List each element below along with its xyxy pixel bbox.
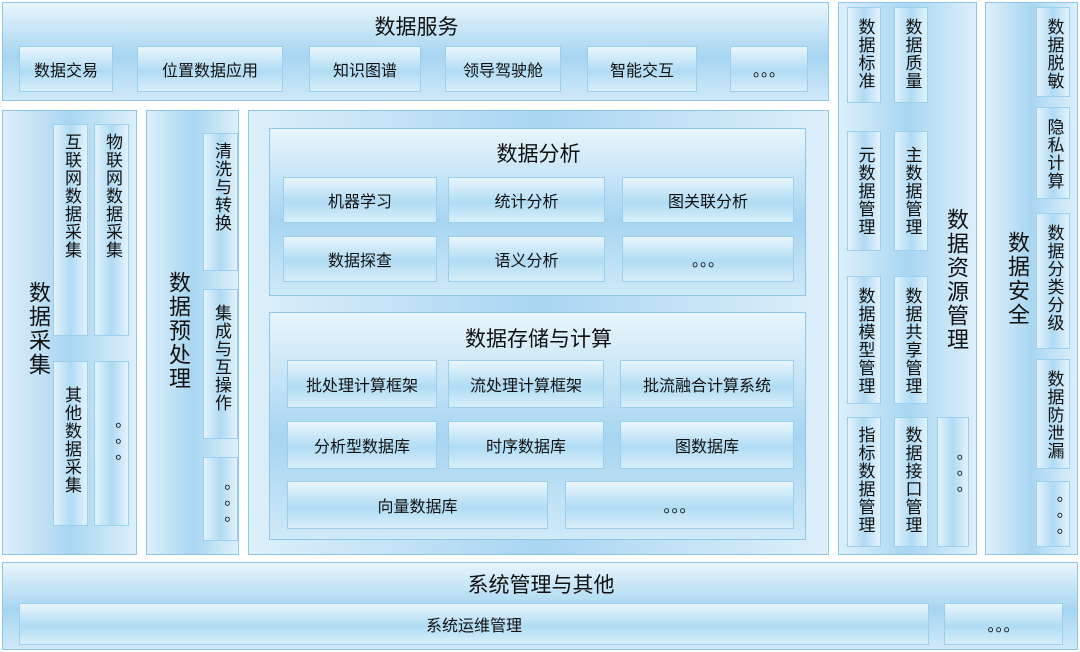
data-service-more: 。。。 xyxy=(730,46,808,92)
preprocessing-more: 。。。 xyxy=(203,457,238,541)
security-item-masking: 数据脱敏 xyxy=(1036,7,1070,97)
resource-mgmt-panel: 数据资源管理 数据标准 数据质量 元数据管理 主数据管理 数据模型管理 数据共享… xyxy=(838,2,977,555)
storage-more: 。。。 xyxy=(565,481,794,529)
security-item-classification: 数据分类分级 xyxy=(1036,213,1070,349)
data-service-item-cockpit: 领导驾驶舱 xyxy=(445,46,561,92)
preprocessing-panel: 数据预处理 清洗与转换 集成与互操作 。。。 xyxy=(146,110,239,555)
security-more: 。。。 xyxy=(1036,481,1070,552)
resource-mgmt-title: 数据资源管理 xyxy=(943,208,968,352)
resource-item-model-label: 数据模型管理 xyxy=(854,287,875,395)
preprocessing-item-integrate: 集成与互操作 xyxy=(203,289,238,439)
analysis-item-explore: 数据探查 xyxy=(283,236,437,282)
resource-item-quality-label: 数据质量 xyxy=(901,18,922,90)
collection-item-internet: 互联网数据采集 xyxy=(53,124,88,336)
resource-item-model: 数据模型管理 xyxy=(847,276,881,404)
resource-item-indicator: 指标数据管理 xyxy=(847,417,881,547)
resource-item-metadata: 元数据管理 xyxy=(847,131,881,251)
resource-item-indicator-label: 指标数据管理 xyxy=(854,426,875,534)
preprocessing-item-clean-label: 清洗与转换 xyxy=(211,142,231,232)
analysis-more: 。。。 xyxy=(622,236,794,282)
storage-item-tsdb: 时序数据库 xyxy=(448,421,604,469)
resource-item-standard: 数据标准 xyxy=(847,7,881,103)
resource-item-interface-label: 数据接口管理 xyxy=(901,426,922,534)
resource-more-label: 。。。 xyxy=(944,454,963,510)
storage-title: 数据存储与计算 xyxy=(465,327,612,351)
resource-item-sharing-label: 数据共享管理 xyxy=(901,287,922,395)
resource-item-metadata-label: 元数据管理 xyxy=(854,146,875,236)
data-service-item-interaction: 智能交互 xyxy=(587,46,697,92)
data-service-item-trading: 数据交易 xyxy=(19,46,113,92)
resource-item-standard-label: 数据标准 xyxy=(854,18,875,90)
collection-item-iot-label: 物联网数据采集 xyxy=(102,133,122,259)
system-more: 。。。 xyxy=(944,603,1063,645)
analysis-item-ml: 机器学习 xyxy=(283,177,437,223)
preprocessing-item-integrate-label: 集成与互操作 xyxy=(211,304,231,412)
analysis-item-graph: 图关联分析 xyxy=(622,177,794,223)
data-collection-title: 数据采集 xyxy=(25,281,50,377)
resource-item-sharing: 数据共享管理 xyxy=(894,276,928,404)
storage-item-stream: 流处理计算框架 xyxy=(448,360,604,408)
storage-item-olap: 分析型数据库 xyxy=(287,421,437,469)
analysis-item-semantic: 语义分析 xyxy=(448,236,605,282)
analysis-panel: 数据分析 机器学习 统计分析 图关联分析 数据探查 语义分析 。。。 xyxy=(269,128,806,296)
resource-more: 。。。 xyxy=(937,417,969,547)
security-panel: 数据安全 数据脱敏 隐私计算 数据分类分级 数据防泄漏 。。。 xyxy=(985,2,1078,555)
resource-item-master: 主数据管理 xyxy=(894,131,928,251)
preprocessing-title: 数据预处理 xyxy=(165,271,190,391)
security-item-privacy: 隐私计算 xyxy=(1036,107,1070,199)
security-item-dlp: 数据防泄漏 xyxy=(1036,359,1070,469)
collection-more: 。。。 xyxy=(94,361,129,526)
security-title: 数据安全 xyxy=(1004,231,1029,327)
data-service-item-knowledge-graph: 知识图谱 xyxy=(309,46,421,92)
resource-item-master-label: 主数据管理 xyxy=(901,146,922,236)
collection-item-internet-label: 互联网数据采集 xyxy=(61,133,81,259)
resource-item-interface: 数据接口管理 xyxy=(894,417,928,547)
storage-item-vectordb: 向量数据库 xyxy=(287,481,548,529)
collection-more-label: 。。。 xyxy=(102,422,122,478)
storage-item-hybrid: 批流融合计算系统 xyxy=(620,360,794,408)
security-item-privacy-label: 隐私计算 xyxy=(1043,118,1064,190)
preprocessing-item-clean: 清洗与转换 xyxy=(203,133,238,271)
core-panel: 数据分析 机器学习 统计分析 图关联分析 数据探查 语义分析 。。。 数据存储与… xyxy=(248,110,829,555)
collection-item-other-label: 其他数据采集 xyxy=(61,386,81,494)
collection-item-other: 其他数据采集 xyxy=(53,361,88,526)
system-mgmt-panel: 系统管理与其他 系统运维管理 。。。 xyxy=(2,562,1078,650)
storage-item-graphdb: 图数据库 xyxy=(620,421,794,469)
system-mgmt-title: 系统管理与其他 xyxy=(467,573,615,597)
security-more-label: 。。。 xyxy=(1044,496,1063,552)
collection-item-iot: 物联网数据采集 xyxy=(94,124,129,336)
security-item-dlp-label: 数据防泄漏 xyxy=(1043,370,1064,460)
storage-item-batch: 批处理计算框架 xyxy=(287,360,437,408)
security-item-masking-label: 数据脱敏 xyxy=(1043,18,1064,90)
data-collection-panel: 数据采集 互联网数据采集 物联网数据采集 其他数据采集 。。。 xyxy=(2,110,137,555)
data-service-panel: 数据服务 数据交易 位置数据应用 知识图谱 领导驾驶舱 智能交互 。。。 xyxy=(2,2,829,101)
data-service-item-location: 位置数据应用 xyxy=(137,46,283,92)
analysis-item-stats: 统计分析 xyxy=(448,177,605,223)
system-item-ops: 系统运维管理 xyxy=(19,603,929,645)
analysis-title: 数据分析 xyxy=(496,142,581,166)
security-item-classification-label: 数据分类分级 xyxy=(1043,224,1064,332)
preprocessing-more-label: 。。。 xyxy=(211,484,231,540)
data-service-title: 数据服务 xyxy=(374,15,459,39)
resource-item-quality: 数据质量 xyxy=(894,7,928,103)
storage-panel: 数据存储与计算 批处理计算框架 流处理计算框架 批流融合计算系统 分析型数据库 … xyxy=(269,312,806,540)
